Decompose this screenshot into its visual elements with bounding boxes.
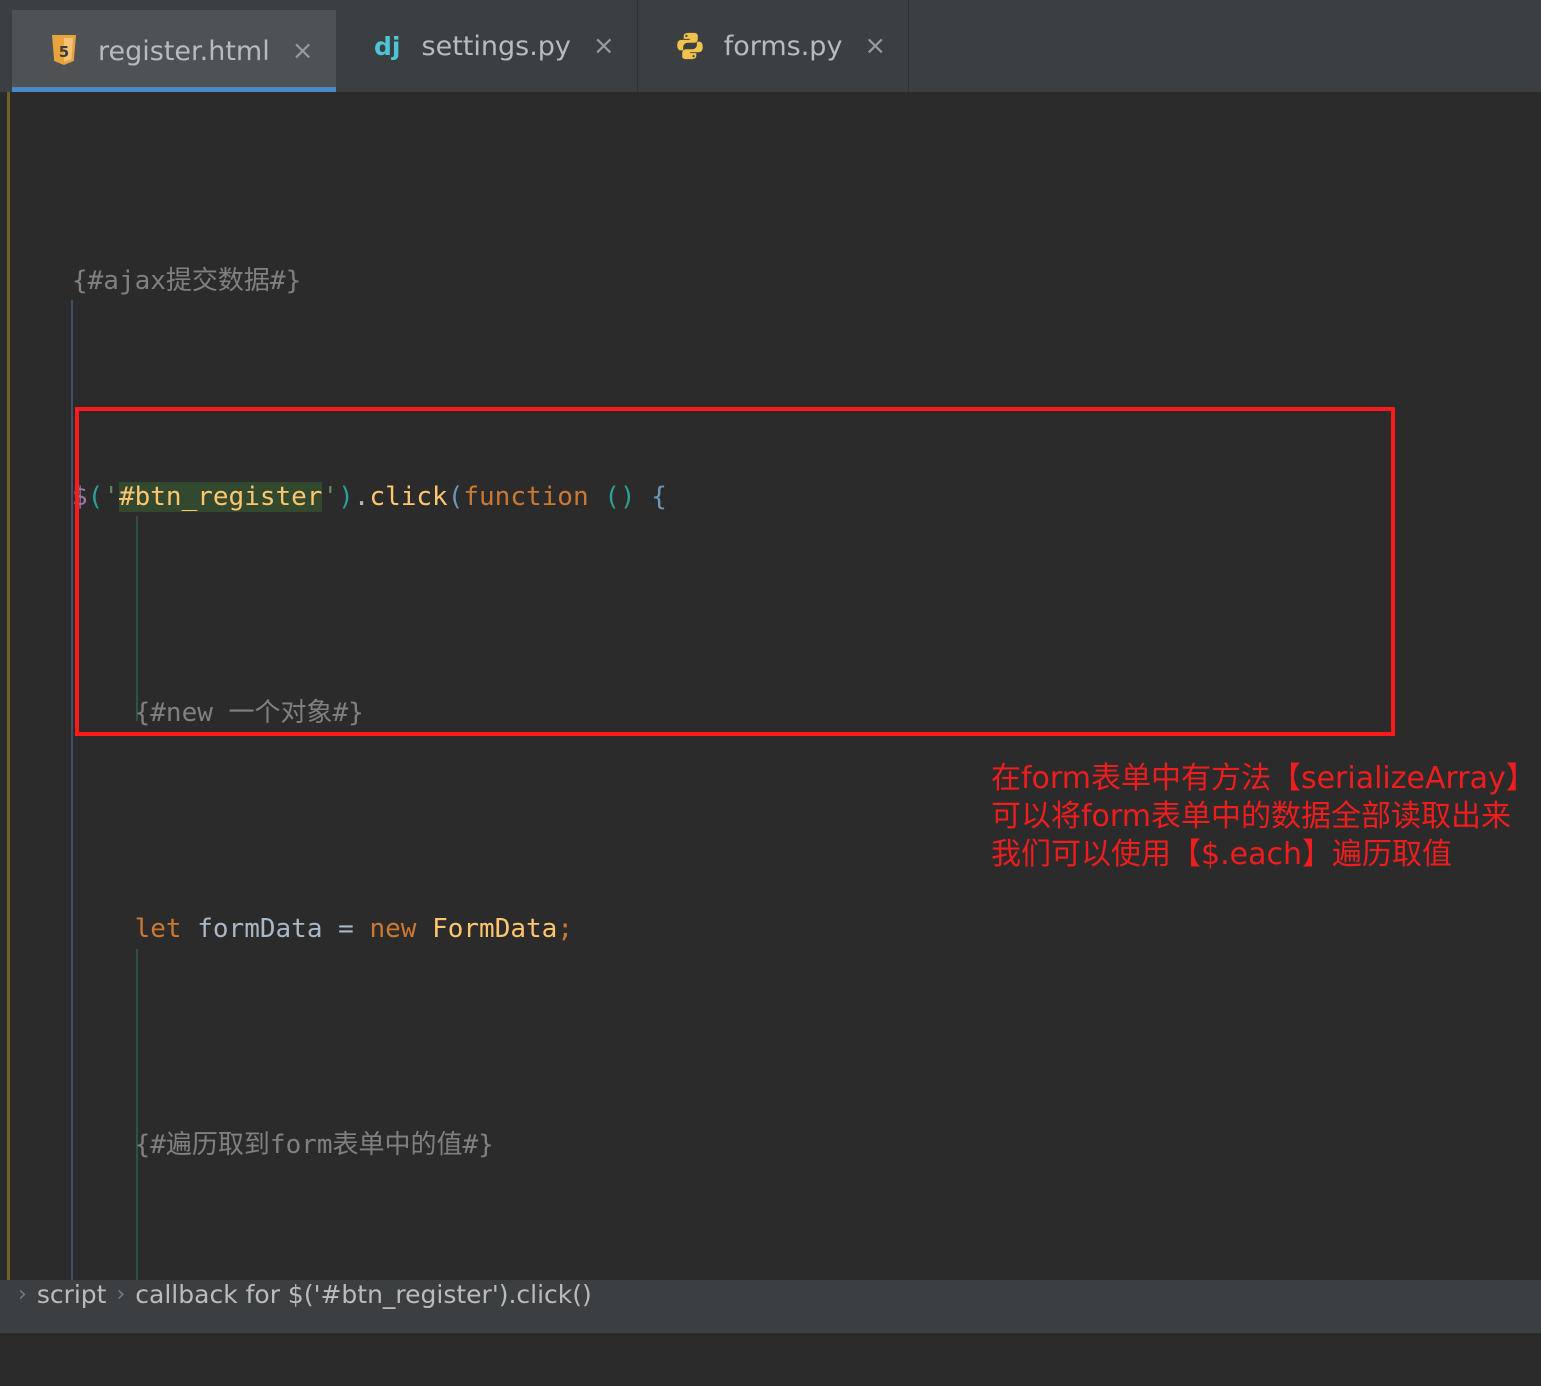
close-icon[interactable]: ×: [864, 33, 886, 59]
code-line[interactable]: $('#btn_register').click(function () {: [0, 470, 1541, 524]
tab-settings-py[interactable]: dj settings.py ×: [336, 0, 638, 92]
tab-label: register.html: [98, 35, 270, 67]
html5-file-icon: 5: [48, 34, 80, 68]
python-file-icon: [674, 29, 706, 63]
chevron-right-icon: ›: [18, 1282, 27, 1307]
annotation-text: 在form表单中有方法【serializeArray】 可以将form表单中的数…: [991, 760, 1536, 874]
svg-text:5: 5: [59, 43, 69, 61]
highlighted-selector: #btn_register: [118, 482, 323, 512]
code-token-comment: {#遍历取到form表单中的值#}: [72, 1130, 494, 1160]
breadcrumb-item-script[interactable]: script: [37, 1280, 107, 1309]
source-code[interactable]: {#ajax提交数据#} $('#btn_register').click(fu…: [0, 92, 1541, 1333]
annotation-line-2: 可以将form表单中的数据全部读取出来: [991, 799, 1511, 834]
close-icon[interactable]: ×: [292, 38, 314, 64]
django-file-icon: dj: [372, 29, 404, 63]
breadcrumb[interactable]: › script › callback for $('#btn_register…: [0, 1280, 1541, 1309]
svg-text:dj: dj: [374, 32, 400, 61]
code-token-comment: {#new 一个对象#}: [72, 698, 364, 728]
code-editor[interactable]: {#ajax提交数据#} $('#btn_register').click(fu…: [0, 92, 1541, 1333]
code-line[interactable]: {#new 一个对象#}: [0, 686, 1541, 740]
tab-forms-py[interactable]: forms.py ×: [638, 0, 910, 92]
code-line[interactable]: {#ajax提交数据#}: [0, 254, 1541, 308]
annotation-line-1: 在form表单中有方法【serializeArray】: [991, 761, 1536, 796]
editor-tab-bar: 5 register.html × dj settings.py × forms…: [0, 0, 1541, 92]
breadcrumb-item-callback[interactable]: callback for $('#btn_register').click(): [135, 1280, 591, 1309]
tab-label: settings.py: [421, 30, 571, 62]
close-icon[interactable]: ×: [593, 33, 615, 59]
tab-register-html[interactable]: 5 register.html ×: [12, 10, 336, 92]
code-line[interactable]: let formData = new FormData;: [0, 902, 1541, 956]
code-token-statement: $('#btn_register').click(function () {: [72, 482, 667, 512]
code-line[interactable]: {#遍历取到form表单中的值#}: [0, 1118, 1541, 1172]
annotation-line-3: 我们可以使用【$.each】遍历取值: [991, 837, 1452, 872]
code-token-comment: {#ajax提交数据#}: [72, 266, 302, 296]
chevron-right-icon: ›: [116, 1282, 126, 1307]
status-bar: [0, 1309, 1541, 1333]
tab-label: forms.py: [723, 30, 843, 62]
code-token-statement: let formData = new FormData;: [134, 914, 573, 944]
